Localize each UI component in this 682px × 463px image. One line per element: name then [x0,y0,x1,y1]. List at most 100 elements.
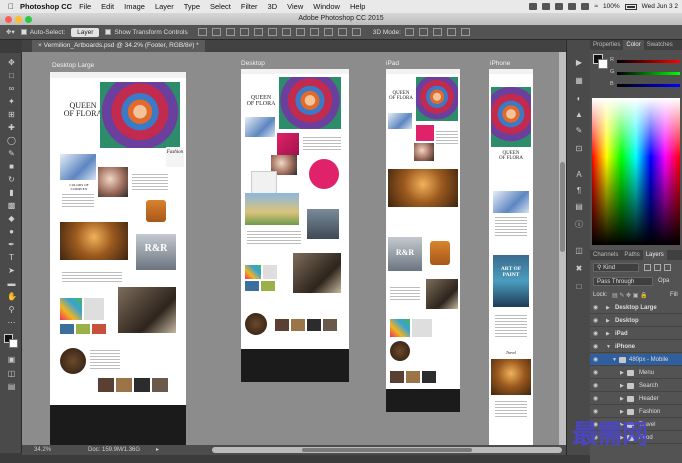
artboard-desktop[interactable]: QUEEN OF FLORA [241,69,349,382]
tab-channels[interactable]: Channels [590,250,621,260]
wifi-icon[interactable]: ≈ [594,3,598,10]
menu-help[interactable]: Help [350,2,365,11]
align-bottom-icon[interactable] [225,28,235,36]
expand-arrow-icon[interactable]: ▶ [606,315,610,327]
status-icon[interactable] [542,3,551,10]
layer-row-selected[interactable]: ◉ ▼ 480px - Mobile [590,354,682,366]
properties-panel-icon[interactable]: ▦ [574,76,584,85]
blur-icon[interactable]: ◆ [7,215,16,223]
background-color-chip[interactable] [598,59,608,69]
status-icon[interactable] [581,3,590,10]
expand-arrow-icon[interactable]: ▶ [620,367,624,379]
distribute-left-icon[interactable] [323,28,333,36]
status-icon[interactable] [529,3,538,10]
brush-panel-icon[interactable]: ✎ [574,126,584,135]
red-slider-track[interactable] [617,60,680,63]
expand-arrow-icon[interactable]: ▶ [606,302,610,314]
paragraph-panel-icon[interactable]: ¶ [574,186,584,195]
canvas-horizontal-scrollbar[interactable] [212,447,562,453]
auto-select-dropdown[interactable]: Layer [71,27,100,37]
green-slider-track[interactable] [617,72,680,75]
visibility-eye-icon[interactable]: ◉ [593,393,600,405]
distribute-middle-icon[interactable] [295,28,305,36]
document-canvas[interactable]: Desktop Large QUEEN OF FLORA Fashion COLO… [22,52,559,445]
menu-image[interactable]: Image [124,2,145,11]
auto-select-toggle[interactable]: Auto-Select: [20,29,65,36]
red-slider[interactable]: R [610,57,680,64]
eraser-icon[interactable]: ▮ [7,189,16,197]
character-panel-icon[interactable]: A [574,170,584,179]
visibility-eye-icon[interactable]: ◉ [593,354,600,366]
quick-select-icon[interactable]: ✦ [7,98,16,106]
transform-controls-toggle[interactable]: Show Transform Controls [105,29,188,36]
layer-row[interactable]: ◉ ▶ Desktop [590,315,682,327]
zoom-level[interactable]: 34.2% [34,445,51,455]
timeline-panel-icon[interactable]: ◫ [574,246,584,255]
status-icon[interactable] [555,3,564,10]
menu-view[interactable]: View [287,2,303,11]
styles-panel-icon[interactable]: ▲ [574,110,584,119]
auto-select-checkbox[interactable] [20,29,27,35]
artboard-label-desktop[interactable]: Desktop [241,60,265,67]
color-spectrum[interactable] [592,98,680,245]
scroll-thumb[interactable] [560,162,565,252]
menu-3d[interactable]: 3D [268,2,278,11]
shape-icon[interactable]: ▬ [7,280,16,288]
collapse-arrow-icon[interactable]: ▼ [612,354,617,366]
pen-icon[interactable]: ✒ [7,241,16,249]
extras-icon[interactable]: ⋯ [7,319,16,327]
artboard-label-ipad[interactable]: iPad [386,60,399,67]
visibility-eye-icon[interactable]: ◉ [593,367,600,379]
expand-arrow-icon[interactable]: ▶ [606,328,610,340]
marquee-icon[interactable]: □ [7,72,16,80]
align-left-icon[interactable] [239,28,249,36]
apple-icon[interactable]:  [4,2,18,11]
3d-pan-icon[interactable] [432,28,442,36]
tab-properties[interactable]: Properties [590,40,623,50]
artboard-ipad[interactable]: QUEEN OF FLORA R&R [386,69,460,412]
tool-preset-picker[interactable]: ✥▾ [6,28,15,36]
quick-mask-icon[interactable]: ▣ [7,356,16,364]
menu-file[interactable]: File [79,2,91,11]
layer-row[interactable]: ◉ ▶ Header [590,393,682,405]
screen-mode-icon[interactable]: ◫ [7,370,16,378]
path-select-icon[interactable]: ➤ [7,267,16,275]
background-color-swatch[interactable] [9,339,18,348]
zoom-icon[interactable]: ⚲ [7,306,16,314]
distribute-bottom-icon[interactable] [309,28,319,36]
transform-controls-checkbox[interactable] [105,29,112,35]
tab-color[interactable]: Color [623,40,644,50]
layer-row[interactable]: ◉ ▼ iPhone [590,341,682,353]
menu-layer[interactable]: Layer [155,2,174,11]
doc-size[interactable]: Doc: 159.9M/1.36G [88,445,140,455]
layer-row[interactable]: ◉ ▶ Search [590,380,682,392]
menu-filter[interactable]: Filter [241,2,258,11]
visibility-eye-icon[interactable]: ◉ [593,341,600,353]
move-icon[interactable]: ✥ [7,59,16,67]
status-menu-arrow-icon[interactable]: ▸ [156,445,159,455]
history-brush-icon[interactable]: ↻ [7,176,16,184]
blue-slider-track[interactable] [617,84,680,87]
brush-icon[interactable]: ✎ [7,150,16,158]
filter-pixel-icon[interactable] [644,264,651,271]
green-slider[interactable]: G [610,69,680,76]
menu-select[interactable]: Select [210,2,231,11]
align-middle-icon[interactable] [211,28,221,36]
minimize-window-button[interactable] [15,16,22,23]
distribute-right-icon[interactable] [351,28,361,36]
scroll-thumb[interactable] [302,448,472,452]
distribute-top-icon[interactable] [281,28,291,36]
layer-row[interactable]: ◉ ▶ iPad [590,328,682,340]
lock-icons[interactable]: ▤ ✎ ✥ ▣ 🔒 [612,292,648,299]
status-icon[interactable] [568,3,577,10]
blend-mode-select[interactable]: Pass Through [593,277,653,286]
notes-panel-icon[interactable]: □ [574,282,584,291]
visibility-eye-icon[interactable]: ◉ [593,302,600,314]
hand-icon[interactable]: ✋ [7,293,17,301]
document-tab[interactable]: × Vermilion_Artboards.psd @ 34.2% (Foote… [32,40,205,52]
type-icon[interactable]: T [7,254,16,262]
adjustments-panel-icon[interactable]: ◐ [574,94,584,103]
filter-type-icon[interactable] [664,264,671,271]
3d-scale-icon[interactable] [460,28,470,36]
3d-slide-icon[interactable] [446,28,456,36]
